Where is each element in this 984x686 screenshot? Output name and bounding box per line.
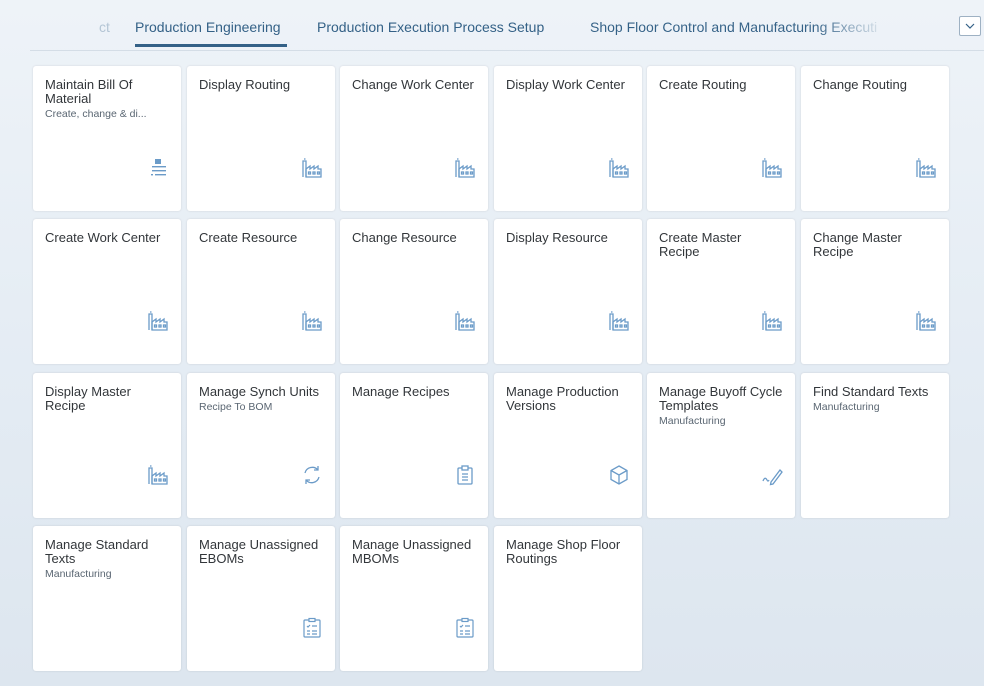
tab-production-execution-process-setup[interactable]: Production Execution Process Setup [317,19,544,35]
tab-overflow-button[interactable] [959,16,981,36]
tile-title: Find Standard Texts [813,384,929,399]
factory-icon [301,310,323,332]
tab-bar: ct Production Engineering Production Exe… [30,0,984,51]
tile-title: Change Master Recipe [813,230,902,259]
tile-title: Change Work Center [352,77,474,92]
tile-change-work-center[interactable]: Change Work Center [340,66,488,211]
tile-subtitle: Manufacturing [813,401,880,413]
tile-display-routing[interactable]: Display Routing [187,66,335,211]
tile-manage-unassigned-mboms[interactable]: Manage Unassigned MBOMs [340,526,488,671]
tile-title: Manage Shop Floor Routings [506,537,621,566]
tile-display-master-recipe[interactable]: Display Master Recipe [33,373,181,518]
tile-find-standard-texts[interactable]: Find Standard Texts Manufacturing [801,373,949,518]
factory-icon [915,310,937,332]
tile-title: Create Master Recipe [659,230,742,259]
factory-icon [147,310,169,332]
tile-manage-synch-units[interactable]: Manage Synch Units Recipe To BOM [187,373,335,518]
tile-title: Manage Synch Units [199,384,319,399]
tile-title: Manage Unassigned MBOMs [352,537,472,566]
factory-icon [761,157,783,179]
tile-manage-shop-floor-routings[interactable]: Manage Shop Floor Routings [494,526,642,671]
bom-list-icon [147,157,169,179]
tile-create-master-recipe[interactable]: Create Master Recipe [647,219,795,364]
chevron-down-icon [965,23,975,29]
tab-previous-truncated[interactable]: ct [99,19,110,35]
product-cube-icon [608,464,630,486]
factory-icon [454,310,476,332]
tile-title: Manage Recipes [352,384,450,399]
tile-subtitle: Manufacturing [659,415,726,427]
factory-icon [915,157,937,179]
tile-title: Maintain Bill Of Material [45,77,133,106]
factory-icon [608,310,630,332]
tile-title: Create Routing [659,77,747,92]
active-tab-indicator [135,44,287,47]
tile-title: Create Work Center [45,230,161,245]
tile-title: Manage Unassigned EBOMs [199,537,319,566]
tile-title: Manage Buyoff Cycle Templates [659,384,783,413]
factory-icon [761,310,783,332]
tile-title: Display Work Center [506,77,625,92]
tile-title: Manage Production Versions [506,384,619,413]
tile-title: Display Master Recipe [45,384,131,413]
factory-icon [608,157,630,179]
tile-display-work-center[interactable]: Display Work Center [494,66,642,211]
tile-subtitle: Recipe To BOM [199,401,273,413]
tile-manage-production-versions[interactable]: Manage Production Versions [494,373,642,518]
tab-shop-floor-control[interactable]: Shop Floor Control and Manufacturing Exe… [590,19,877,35]
checklist-icon [454,617,476,639]
tile-create-work-center[interactable]: Create Work Center [33,219,181,364]
signature-icon [761,464,783,486]
tile-title: Change Routing [813,77,907,92]
tile-title: Display Routing [199,77,291,92]
tile-create-resource[interactable]: Create Resource [187,219,335,364]
tile-change-resource[interactable]: Change Resource [340,219,488,364]
factory-icon [301,157,323,179]
tile-title: Display Resource [506,230,608,245]
tile-display-resource[interactable]: Display Resource [494,219,642,364]
tile-change-routing[interactable]: Change Routing [801,66,949,211]
tile-title: Change Resource [352,230,457,245]
clipboard-icon [454,464,476,486]
checklist-icon [301,617,323,639]
tile-manage-buyoff-cycle-templates[interactable]: Manage Buyoff Cycle Templates Manufacturi… [647,373,795,518]
tile-title: Create Resource [199,230,298,245]
synchronize-icon [301,464,323,486]
factory-icon [454,157,476,179]
tab-production-engineering[interactable]: Production Engineering [135,19,281,35]
tile-maintain-bill-of-material[interactable]: Maintain Bill Of Material Create, change … [33,66,181,211]
tile-manage-recipes[interactable]: Manage Recipes [340,373,488,518]
tile-manage-unassigned-eboms[interactable]: Manage Unassigned EBOMs [187,526,335,671]
tile-change-master-recipe[interactable]: Change Master Recipe [801,219,949,364]
tile-create-routing[interactable]: Create Routing [647,66,795,211]
tile-manage-standard-texts[interactable]: Manage Standard Texts Manufacturing [33,526,181,671]
tile-title: Manage Standard Texts [45,537,149,566]
factory-icon [147,464,169,486]
tile-subtitle: Create, change & di... [45,108,147,120]
tile-subtitle: Manufacturing [45,568,112,580]
